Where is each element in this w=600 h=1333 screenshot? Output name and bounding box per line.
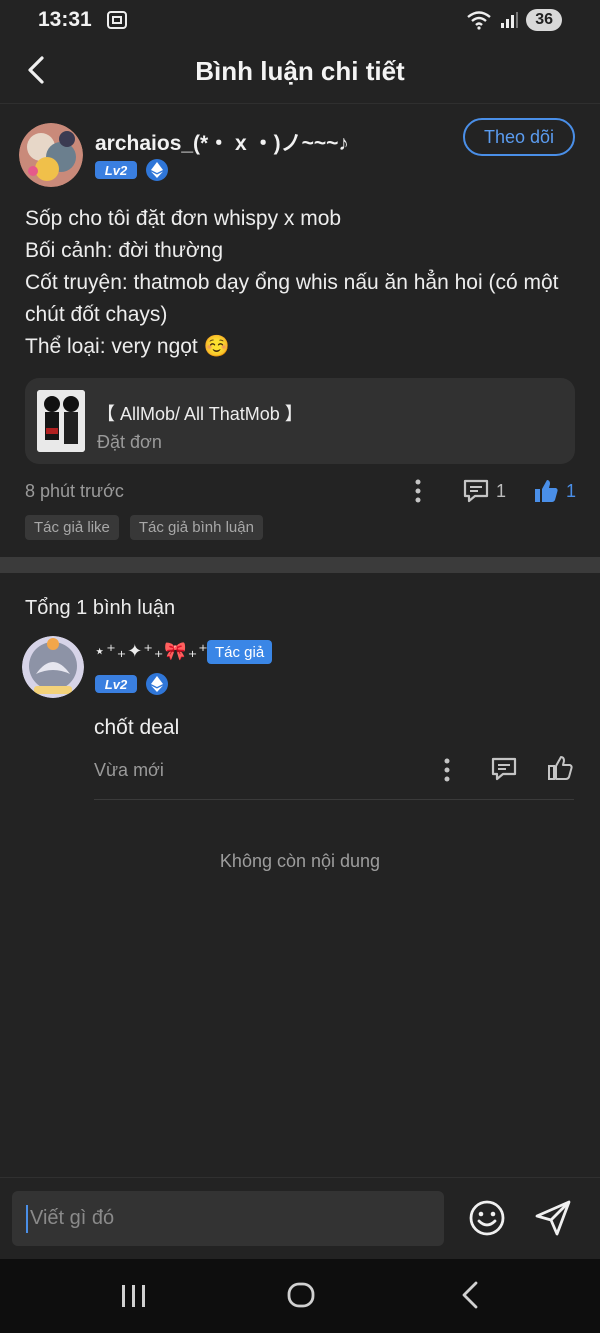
emoji-button[interactable] (468, 1199, 506, 1237)
page-title: Bình luận chi tiết (195, 56, 405, 86)
comment-level-badge: Lv2 (95, 675, 137, 693)
story-card-title: 【 AllMob/ All ThatMob 】 (97, 404, 303, 424)
more-options-button[interactable] (410, 477, 426, 505)
reply-icon (491, 757, 517, 781)
post-content-line: Thể loại: very ngọt ☺️ (25, 335, 230, 358)
thumbs-up-filled-icon (535, 480, 558, 502)
follow-button[interactable]: Theo dõi (463, 118, 575, 156)
post-content-line: Sốp cho tôi đặt đơn whispy x mob (25, 207, 342, 230)
home-icon (287, 1282, 315, 1308)
comment-count: 1 (496, 480, 507, 501)
wifi-icon (467, 11, 491, 30)
emoji-icon (469, 1200, 505, 1236)
level-badge: Lv2 (95, 161, 137, 179)
thumbs-up-outline-icon (548, 756, 573, 780)
text-caret (26, 1204, 28, 1233)
comment-like-button[interactable] (546, 754, 574, 782)
post-tags: Tác giả like Tác giả bình luận (25, 515, 263, 540)
comment-input[interactable]: Viết gì đó (12, 1191, 444, 1246)
comment-ethereum-badge-icon (146, 673, 168, 695)
comment-composer: Viết gì đó (0, 1177, 600, 1259)
comment-divider (94, 799, 574, 800)
system-navigation-bar (0, 1259, 600, 1333)
post-content-line: Cốt truyện: thatmob dạy ổng whis nấu ăn … (25, 271, 559, 294)
post-content-line: Bối cảnh: đời thường (25, 239, 224, 262)
more-vertical-icon (444, 758, 450, 782)
status-time: 13:31 (38, 8, 92, 31)
battery-indicator: 36 (526, 9, 562, 31)
recent-apps-icon (122, 1285, 145, 1307)
like-count: 1 (566, 480, 577, 501)
home-button[interactable] (285, 1279, 317, 1311)
comment-button[interactable]: 1 (462, 477, 506, 505)
post-username[interactable]: archaios_(*・ x ・)ノ~~~♪ (95, 127, 349, 157)
story-card-subtitle: Đặt đơn (97, 432, 162, 452)
ethereum-badge-icon (146, 159, 168, 181)
comment-total-label: Tổng 1 bình luận (25, 597, 176, 619)
signal-icon (501, 12, 519, 28)
end-of-content-label: Không còn nội dung (219, 851, 381, 871)
status-bar: 13:31 36 (0, 0, 600, 40)
send-icon (535, 1200, 571, 1236)
comment-avatar[interactable] (22, 636, 84, 698)
like-button[interactable]: 1 (532, 477, 576, 505)
tag-author-liked: Tác giả like (25, 515, 119, 540)
comment-reply-button[interactable] (490, 755, 518, 783)
recent-apps-button[interactable] (118, 1281, 150, 1311)
linked-story-card[interactable]: 【 AllMob/ All ThatMob 】 Đặt đơn (25, 378, 575, 464)
send-button[interactable] (533, 1198, 573, 1238)
system-back-icon (462, 1281, 478, 1309)
comment-input-placeholder: Viết gì đó (30, 1207, 115, 1229)
section-divider (0, 557, 600, 573)
comment-text: chốt deal (94, 716, 180, 739)
system-back-button[interactable] (456, 1279, 486, 1311)
author-badge: Tác giả (207, 640, 273, 664)
comment-timestamp: Vừa mới (94, 760, 164, 780)
tag-author-commented: Tác giả bình luận (129, 515, 263, 540)
back-arrow-icon[interactable] (22, 54, 50, 86)
post-timestamp: 8 phút trước (25, 481, 124, 501)
avatar[interactable] (19, 123, 83, 187)
more-vertical-icon (415, 479, 421, 503)
screenshot-icon (106, 11, 127, 29)
top-app-bar: Bình luận chi tiết (0, 40, 600, 104)
story-thumbnail (37, 390, 85, 452)
comment-icon (463, 479, 489, 503)
post-content: Sốp cho tôi đặt đơn whispy x mob Bối cản… (25, 203, 585, 363)
comment-more-button[interactable] (439, 756, 455, 784)
post-content-line: chút đốt chays) (25, 303, 168, 326)
post-detail: archaios_(*・ x ・)ノ~~~♪ Lv2 Theo dõi Sốp … (0, 105, 600, 557)
